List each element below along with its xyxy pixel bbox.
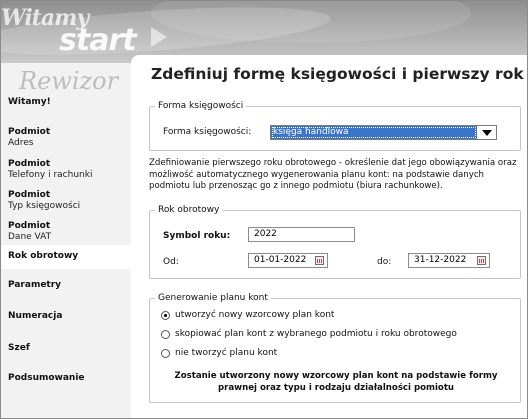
do-date-input[interactable]: 31-12-2022	[408, 253, 490, 268]
sidebar-item-podmiot-telefony[interactable]: Podmiot Telefony i rachunki	[1, 159, 131, 181]
wizard-window: Witamy start Rewizor Witamy! Podmiot Adr…	[0, 0, 528, 419]
sidebar-item-podmiot-vat[interactable]: Podmiot Dane VAT	[1, 221, 131, 243]
sidebar-item-title: Podmiot	[8, 221, 51, 231]
sidebar-item-title: Rok obrotowy	[8, 251, 79, 261]
symbol-roku-input[interactable]: 2022	[248, 227, 355, 242]
forma-ksiegowosci-label: Forma księgowości:	[163, 127, 252, 137]
forma-ksiegowosci-select[interactable]: księga handlowa	[270, 125, 497, 140]
radio-button-selected[interactable]	[161, 311, 170, 320]
sidebar-item-podmiot-typ[interactable]: Podmiot Typ księgowości	[1, 190, 131, 212]
radio-label: nie tworzyć planu kont	[175, 348, 278, 358]
description-text: Zdefiniowanie pierwszego roku obrotowego…	[149, 158, 517, 191]
od-date-input[interactable]: 01-01-2022	[248, 253, 328, 268]
sidebar-item-title: Podmiot	[8, 159, 51, 169]
banner-word-start: start	[59, 23, 137, 58]
sidebar-item-podsumowanie[interactable]: Podsumowanie	[1, 373, 131, 384]
od-label: Od:	[163, 257, 179, 267]
sidebar-item-szef[interactable]: Szef	[1, 343, 131, 354]
symbol-roku-label: Symbol roku:	[163, 231, 231, 241]
sidebar-item-numeracja[interactable]: Numeracja	[1, 311, 131, 322]
sidebar-item-witamy[interactable]: Witamy!	[1, 97, 131, 108]
forma-ksiegowosci-value: księga handlowa	[271, 126, 477, 139]
radio-button[interactable]	[161, 330, 170, 339]
sidebar-item-title: Numeracja	[8, 311, 63, 321]
sidebar-item-title: Podmiot	[8, 127, 51, 137]
sidebar-item-podmiot-adres[interactable]: Podmiot Adres	[1, 127, 131, 149]
main-content: Zdefiniuj formę księgowości i pierwszy r…	[131, 55, 527, 418]
sidebar-item-title: Podsumowanie	[8, 373, 85, 383]
sidebar-item-rok-obrotowy[interactable]: Rok obrotowy	[1, 245, 131, 269]
sidebar-item-parametry[interactable]: Parametry	[1, 280, 131, 291]
calendar-icon[interactable]	[477, 256, 486, 265]
page-title: Zdefiniuj formę księgowości i pierwszy r…	[151, 65, 524, 83]
sidebar-item-sub: Dane VAT	[8, 232, 52, 242]
forma-group-legend: Forma księgowości	[158, 101, 244, 111]
radio-button[interactable]	[161, 349, 170, 358]
sidebar-item-sub: Typ księgowości	[8, 201, 81, 211]
do-date-value: 31-12-2022	[414, 255, 467, 265]
radio-label: utworzyć nowy wzorcowy plan kont	[175, 310, 335, 320]
banner-arrow-icon	[151, 27, 167, 47]
sidebar-item-title: Podmiot	[8, 190, 51, 200]
plan-group-legend: Generowanie planu kont	[158, 293, 268, 303]
header-banner: Witamy start	[1, 1, 527, 63]
plan-kont-note: Zostanie utworzony nowy wzorcowy plan ko…	[174, 371, 498, 393]
radio-label: skopiować plan kont z wybranego podmiotu…	[175, 329, 457, 339]
sidebar-item-sub: Telefony i rachunki	[8, 170, 93, 180]
chevron-down-icon[interactable]	[482, 130, 492, 136]
sidebar-item-title: Witamy!	[8, 97, 51, 107]
od-date-value: 01-01-2022	[254, 255, 307, 265]
sidebar-item-title: Szef	[8, 343, 30, 353]
brand-logo: Rewizor	[19, 67, 119, 95]
do-label: do:	[377, 257, 392, 267]
sidebar: Rewizor Witamy! Podmiot Adres Podmiot Te…	[1, 63, 131, 418]
sidebar-item-title: Parametry	[8, 280, 62, 290]
calendar-icon[interactable]	[315, 256, 324, 265]
rok-group-legend: Rok obrotowy	[158, 205, 220, 215]
sidebar-item-sub: Adres	[8, 138, 34, 148]
